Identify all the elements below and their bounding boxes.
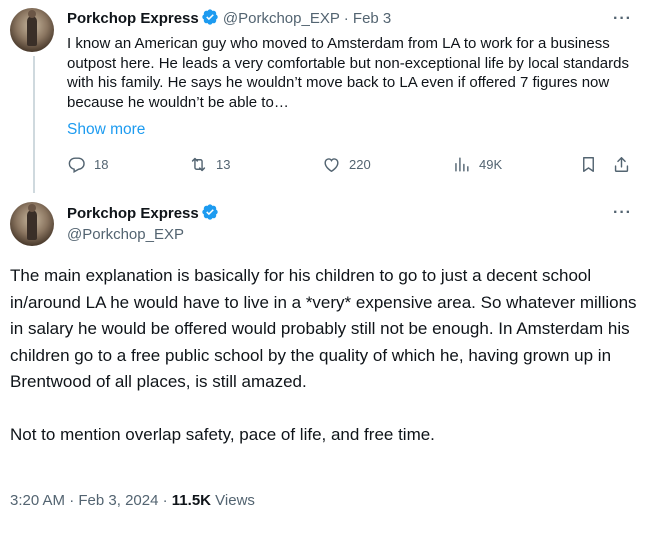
verified-badge-icon <box>202 204 218 220</box>
share-button[interactable] <box>612 155 631 174</box>
views-label: Views <box>215 492 255 509</box>
author-handle[interactable]: @Porkchop_EXP <box>67 225 184 245</box>
avatar[interactable] <box>10 8 54 52</box>
heart-icon <box>324 158 339 173</box>
tweet1-header: Porkchop Express @Porkchop_EXP · Feb 3 <box>67 8 391 29</box>
more-icon[interactable]: ··· <box>613 205 632 221</box>
tweet-time[interactable]: 3:20 AM <box>10 492 65 509</box>
tweet2-header: Porkchop Express <box>67 203 219 224</box>
tweet-paragraph: The main explanation is basically for hi… <box>10 266 637 391</box>
like-count: 220 <box>349 157 371 172</box>
meta-separator: · <box>162 492 168 509</box>
tweet1-text: I know an American guy who moved to Amst… <box>67 34 642 112</box>
meta-separator: · <box>343 10 349 27</box>
repost-icon <box>191 157 206 172</box>
tweet-actions: 18 13 220 49K <box>67 155 637 179</box>
views-button[interactable]: 49K <box>452 155 502 174</box>
tweet-metadata: 3:20 AM · Feb 3, 2024 · 11.5K Views <box>10 492 255 509</box>
avatar[interactable] <box>10 202 54 246</box>
author-name[interactable]: Porkchop Express <box>67 205 199 222</box>
repost-count: 13 <box>216 157 231 172</box>
show-more-link[interactable]: Show more <box>67 121 145 139</box>
views-icon <box>455 157 469 172</box>
verified-badge-icon <box>202 9 218 25</box>
tweet-full-date[interactable]: Feb 3, 2024 <box>78 492 158 509</box>
tweet-text: I know an American guy who moved to Amst… <box>67 35 634 111</box>
bookmark-icon <box>583 157 594 172</box>
tweet-date[interactable]: Feb 3 <box>353 10 391 27</box>
repost-button[interactable]: 13 <box>189 155 230 174</box>
views-count: 49K <box>479 157 503 172</box>
tweet-paragraph: Not to mention overlap safety, pace of l… <box>10 425 435 444</box>
more-icon[interactable]: ··· <box>613 11 632 27</box>
thread-connector-line <box>33 56 35 193</box>
tweet2-text: The main explanation is basically for hi… <box>10 263 650 449</box>
author-handle[interactable]: @Porkchop_EXP <box>223 10 340 27</box>
bookmark-button[interactable] <box>579 155 598 174</box>
author-name[interactable]: Porkchop Express <box>67 10 199 27</box>
reply-icon <box>68 157 85 174</box>
views-total: 11.5K <box>171 492 211 509</box>
reply-count: 18 <box>94 157 109 172</box>
share-icon <box>614 157 629 172</box>
reply-button[interactable]: 18 <box>67 155 108 174</box>
meta-separator: · <box>69 492 75 509</box>
like-button[interactable]: 220 <box>322 155 371 174</box>
